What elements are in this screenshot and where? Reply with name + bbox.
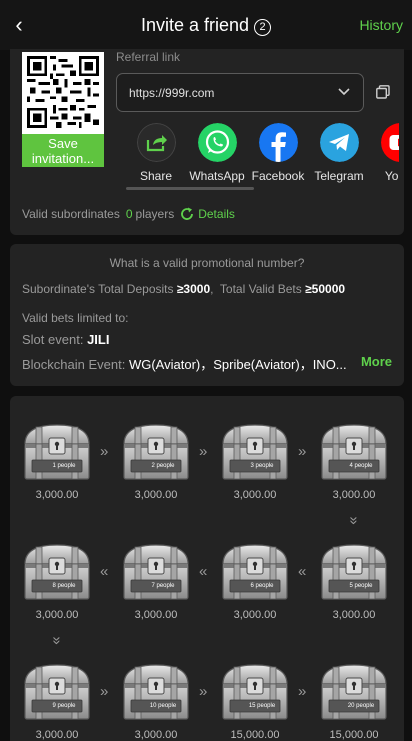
reward-chest[interactable]: 8 people [22,542,92,602]
chest-icon [24,424,90,480]
chest-icon [321,424,387,480]
invite-card: Save invitation... Referral link https:/… [10,49,404,235]
history-link[interactable]: History [359,17,403,33]
chest-icon [222,424,288,480]
reward-amount: 3,000.00 [233,489,277,501]
reward-chest[interactable]: 20 people [319,662,389,722]
help-icon[interactable]: 2 [254,19,272,36]
reward-amount: 15,000.00 [329,729,379,741]
blockchain-event-line: Blockchain Event: WG(Aviator)，Spribe(Avi… [22,357,347,372]
chest-icon [123,424,189,480]
double-chevron-down-icon: » [48,636,66,645]
facebook-icon [258,123,298,162]
reward-chest[interactable]: 9 people [22,662,92,722]
share-option-share[interactable]: Share [123,123,189,183]
save-invitation-button[interactable]: Save invitation... [22,134,104,167]
subordinates-count: 0 [125,207,133,221]
double-chevron-right-icon: » [199,683,208,700]
reward-chest[interactable]: 10 people [121,662,191,722]
slot-event-line: Slot event: JILI [22,332,110,347]
chest-icon [321,664,387,720]
reward-amount: 3,000.00 [35,729,79,741]
reward-chest[interactable]: 3 people [220,422,290,482]
whatsapp-icon [197,123,237,162]
reward-amount: 3,000.00 [332,609,376,621]
share-options: Share WhatsApp Facebook Telegram Youtu [116,123,399,185]
double-chevron-left-icon: « [100,563,109,580]
reward-chest[interactable]: 7 people [121,542,191,602]
referral-link-value: https://999r.com [129,86,215,100]
reward-amount: 3,000.00 [134,729,178,741]
referral-link-label: Referral link [116,50,181,64]
reward-amount: 3,000.00 [35,609,79,621]
double-chevron-right-icon: » [298,443,307,460]
reward-chest[interactable]: 15 people [220,662,290,722]
double-chevron-left-icon: « [199,563,208,580]
rules-question: What is a valid promotional number? [109,256,305,270]
chest-icon [222,544,288,600]
share-scrollbar[interactable] [126,187,254,190]
reward-amount: 15,000.00 [230,729,280,741]
double-chevron-right-icon: » [100,443,109,460]
reward-chest[interactable]: 5 people [319,542,389,602]
reward-amount: 3,000.00 [332,489,376,501]
reward-chest[interactable]: 1 people [22,422,92,482]
header-bar: ‹ Invite a friend 2 History [0,0,412,50]
chest-icon [321,544,387,600]
reward-chest[interactable]: 2 people [121,422,191,482]
refresh-icon[interactable] [180,207,194,221]
share-option-telegram[interactable]: Telegram [306,123,372,183]
reward-amount: 3,000.00 [35,489,79,501]
copy-icon[interactable] [376,85,390,99]
telegram-icon [319,123,359,162]
details-link[interactable]: Details [198,207,235,221]
limited-label: Valid bets limited to: [22,311,129,325]
chest-icon [123,544,189,600]
youtube-icon [380,123,399,162]
valid-subordinates-row: Valid subordinates 0 players Details [22,207,235,221]
chest-icon [24,664,90,720]
share-option-youtube[interactable]: Youtu [367,123,399,183]
chest-icon [24,544,90,600]
chest-icon [123,664,189,720]
reward-amount: 3,000.00 [233,609,277,621]
share-icon [136,123,176,162]
share-option-whatsapp[interactable]: WhatsApp [184,123,250,183]
rules-card: What is a valid promotional number? Subo… [10,244,404,386]
double-chevron-right-icon: » [199,443,208,460]
reward-chest[interactable]: 6 people [220,542,290,602]
double-chevron-left-icon: « [298,563,307,580]
more-link[interactable]: More [361,354,392,369]
reward-progress-card: 1 people 2 people 3 people 4 people 3,00… [10,396,404,741]
double-chevron-right-icon: » [298,683,307,700]
reward-amount: 3,000.00 [134,489,178,501]
share-option-facebook[interactable]: Facebook [245,123,311,183]
reward-amount: 3,000.00 [134,609,178,621]
reward-chest[interactable]: 4 people [319,422,389,482]
double-chevron-right-icon: » [100,683,109,700]
page-title: Invite a friend 2 [0,15,412,36]
qr-code-panel: Save invitation... [22,52,104,167]
chest-icon [222,664,288,720]
double-chevron-down-icon: » [345,516,363,525]
chevron-down-icon [338,88,350,96]
referral-link-select[interactable]: https://999r.com [116,73,364,112]
deposit-bet-requirement: Subordinate's Total Deposits ≥3000, Tota… [22,282,346,296]
qr-code [27,56,99,128]
